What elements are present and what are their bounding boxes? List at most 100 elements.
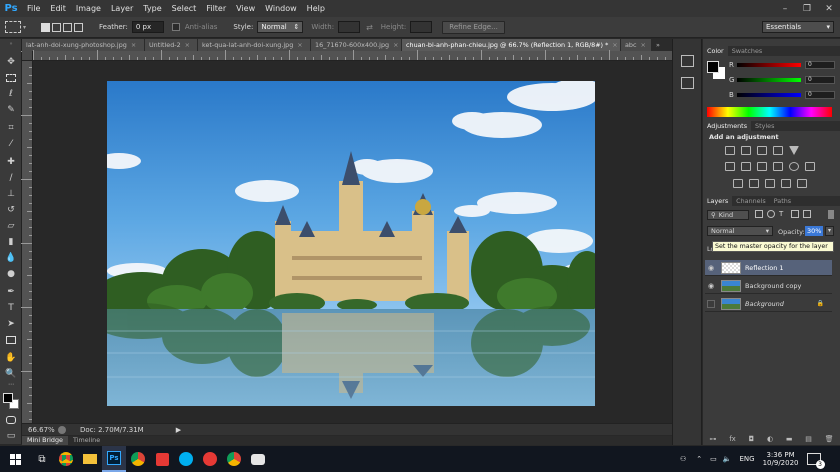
clone-stamp-tool-icon[interactable]: ⊥ (3, 187, 19, 201)
layer-reflection-1[interactable]: ◉ Reflection 1 (705, 260, 832, 276)
exposure-icon[interactable] (773, 146, 783, 155)
foreground-color-swatch[interactable] (707, 61, 719, 73)
chrome-icon-2[interactable] (222, 446, 246, 472)
blend-mode-select[interactable]: Normal ▾ (707, 226, 773, 236)
red-value[interactable]: 0 (805, 61, 835, 69)
language-indicator[interactable]: ENG (740, 455, 755, 463)
menu-image[interactable]: Image (71, 0, 106, 17)
color-balance-icon[interactable] (741, 162, 751, 171)
curves-icon[interactable] (757, 146, 767, 155)
network-icon[interactable]: ▭ (710, 455, 717, 463)
tab-channels[interactable]: Channels (732, 196, 770, 206)
black-white-icon[interactable] (757, 162, 767, 171)
tool-preset-dropdown[interactable]: ▾ (23, 24, 31, 31)
status-menu-icon[interactable] (58, 425, 66, 434)
app-icon-paint[interactable] (246, 446, 270, 472)
menu-file[interactable]: File (22, 0, 45, 17)
eye-icon[interactable]: ◉ (705, 264, 717, 272)
menu-view[interactable]: View (231, 0, 260, 17)
quick-select-tool-icon[interactable]: ✎ (3, 103, 19, 117)
posterize-icon[interactable] (749, 179, 759, 188)
blue-slider[interactable] (737, 93, 801, 97)
tab-swatches[interactable]: Swatches (728, 46, 767, 56)
app-icon-red[interactable] (150, 446, 174, 472)
tab-mini-bridge[interactable]: Mini Bridge (22, 436, 68, 445)
tab-color[interactable]: Color (703, 46, 728, 56)
tab-close-icon[interactable]: × (185, 39, 190, 51)
tab-overflow-icon[interactable]: » (652, 39, 664, 51)
blue-value[interactable]: 0 (805, 91, 835, 99)
opacity-slider-icon[interactable]: ▾ (825, 226, 834, 236)
dodge-tool-icon[interactable]: ● (3, 267, 19, 281)
clock[interactable]: 3:36 PM 10/9/2020 (763, 451, 799, 467)
tab-close-icon[interactable]: × (297, 39, 302, 51)
menu-edit[interactable]: Edit (45, 0, 71, 17)
tab-close-icon[interactable]: × (131, 39, 136, 51)
notification-icon[interactable]: 3 (806, 453, 825, 469)
zoom-level[interactable]: 66.67% (28, 426, 58, 434)
hue-saturation-icon[interactable] (725, 162, 735, 171)
pen-tool-icon[interactable]: ✒ (3, 285, 19, 299)
app-icon-notification[interactable] (198, 446, 222, 472)
anti-alias-checkbox[interactable] (171, 23, 180, 31)
gradient-tool-icon[interactable]: ▮ (3, 235, 19, 249)
tab-adjustments[interactable]: Adjustments (703, 121, 752, 131)
menu-layer[interactable]: Layer (106, 0, 138, 17)
close-button[interactable]: ✕ (818, 0, 840, 17)
vertical-ruler[interactable] (21, 51, 33, 423)
status-expand-icon[interactable]: ▶ (176, 426, 181, 434)
tab-paths[interactable]: Paths (770, 196, 795, 206)
layer-filter-icons[interactable]: T (755, 210, 811, 218)
marquee-tool-icon[interactable] (5, 21, 21, 33)
new-layer-icon[interactable]: ▤ (805, 435, 812, 443)
menu-help[interactable]: Help (302, 0, 330, 17)
add-mask-icon[interactable]: ◘ (749, 435, 755, 443)
lasso-tool-icon[interactable]: ℓ (3, 87, 19, 101)
levels-icon[interactable] (741, 146, 751, 155)
skype-icon[interactable] (174, 446, 198, 472)
green-value[interactable]: 0 (805, 76, 835, 84)
tab-timeline[interactable]: Timeline (68, 436, 105, 445)
refine-edge-button[interactable]: Refine Edge... (442, 20, 505, 34)
feather-input[interactable]: 0 px (131, 21, 164, 33)
height-input[interactable] (410, 21, 433, 33)
threshold-icon[interactable] (765, 179, 775, 188)
new-adjustment-icon[interactable]: ◐ (767, 435, 773, 443)
history-brush-tool-icon[interactable]: ↺ (3, 203, 19, 217)
visibility-toggle[interactable] (707, 299, 715, 308)
horizontal-ruler[interactable] (33, 50, 672, 61)
menu-filter[interactable]: Filter (201, 0, 231, 17)
blur-tool-icon[interactable]: 💧 (3, 251, 19, 265)
selective-color-icon[interactable] (797, 179, 807, 188)
file-explorer-icon[interactable] (78, 446, 102, 472)
crop-tool-icon[interactable]: ⌗ (3, 121, 19, 135)
chevron-up-icon[interactable]: ⌃ (696, 455, 702, 463)
tab-document-6[interactable]: abc × (621, 39, 651, 51)
ruler-origin[interactable] (22, 51, 33, 61)
invert-icon[interactable] (733, 179, 743, 188)
brightness-contrast-icon[interactable] (725, 146, 735, 155)
more-tools-icon[interactable]: ⋯ (3, 379, 19, 389)
opacity-input[interactable]: 30% (805, 226, 823, 236)
rectangle-tool-icon[interactable] (3, 333, 19, 347)
red-slider[interactable] (737, 63, 801, 67)
swap-icon[interactable]: ⇄ (366, 23, 373, 32)
path-selection-tool-icon[interactable]: ➤ (3, 317, 19, 331)
workspace-select[interactable]: Essentials ▾ (762, 21, 834, 33)
history-panel-icon[interactable] (681, 55, 694, 67)
type-tool-icon[interactable]: T (3, 301, 19, 315)
tab-document-1[interactable]: lat-anh-doi-xung-photoshop.jpg × (22, 39, 144, 51)
green-slider[interactable] (737, 78, 801, 82)
healing-brush-tool-icon[interactable]: ✚ (3, 155, 19, 169)
brush-tool-icon[interactable]: ∕ (3, 171, 19, 185)
photo-filter-icon[interactable] (773, 162, 783, 171)
fx-icon[interactable]: fx (729, 435, 736, 443)
new-group-icon[interactable]: ▬ (786, 435, 793, 443)
hand-tool-icon[interactable]: ✋ (3, 351, 19, 365)
collapse-icon[interactable]: » (3, 41, 19, 47)
width-input[interactable] (338, 21, 361, 33)
screen-mode-icon[interactable]: ▭ (3, 429, 19, 443)
link-layers-icon[interactable]: ⊶ (709, 435, 716, 443)
people-icon[interactable]: ⚇ (680, 455, 686, 463)
gradient-map-icon[interactable] (781, 179, 791, 188)
